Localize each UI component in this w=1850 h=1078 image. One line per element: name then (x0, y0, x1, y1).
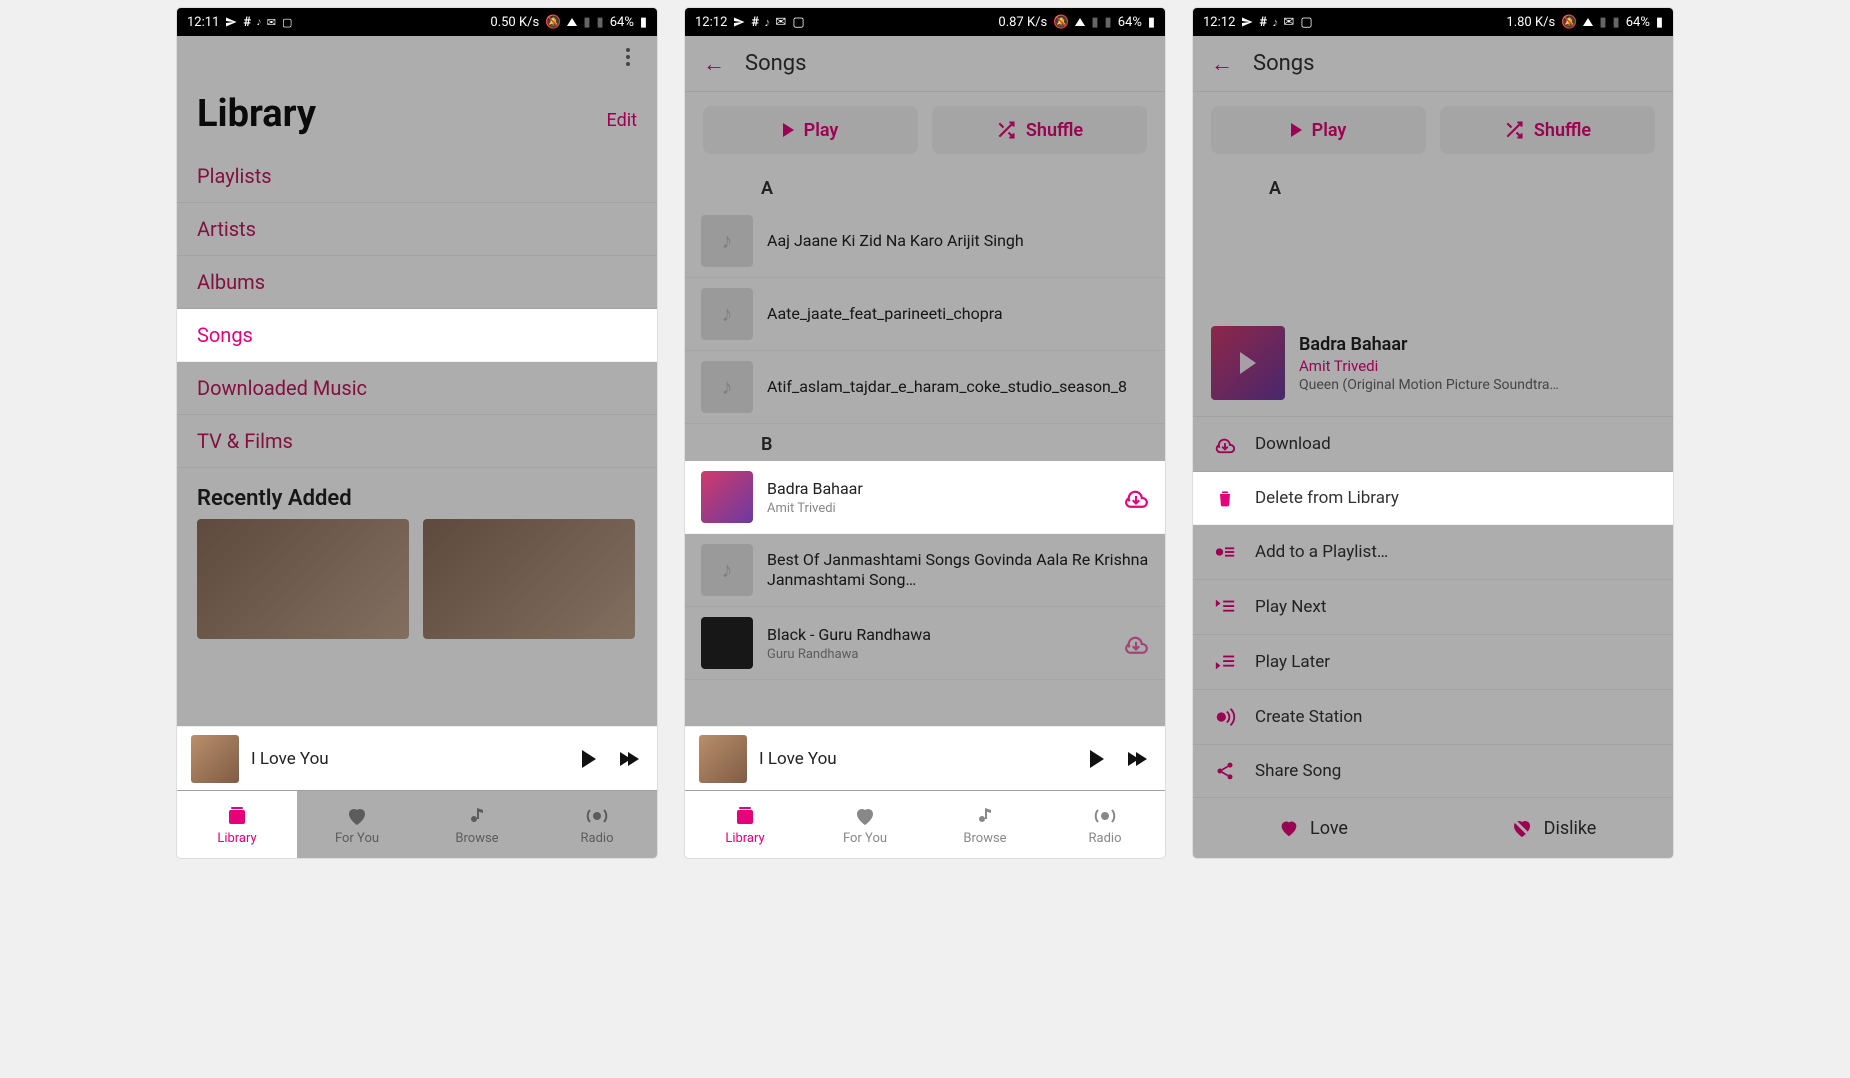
miniplayer-title: I Love You (251, 749, 563, 769)
album-art (701, 617, 753, 669)
status-netrate: 0.50 K/s (490, 15, 539, 30)
tab-radio[interactable]: Radio (1045, 791, 1165, 858)
fast-forward-button[interactable] (1123, 745, 1151, 773)
sheet-item-download[interactable]: Download (1193, 417, 1673, 472)
bell-off-icon: 🔕 (545, 15, 561, 30)
song-row[interactable]: ♪ Best Of Janmashtami Songs Govinda Aala… (685, 534, 1165, 607)
recent-card[interactable] (423, 519, 635, 639)
screen-context-menu: 12:12 #𝆕✉▢ 1.80 K/s 🔕 ▮▮ 64%▮ ← Songs Pl… (1193, 8, 1673, 858)
album-art-placeholder: ♪ (701, 361, 753, 413)
screen-songs: 12:12 #𝆕✉▢ 0.87 K/s 🔕 ▮▮ 64% ▮ ← Songs P (685, 8, 1165, 858)
download-icon[interactable] (1123, 630, 1149, 656)
download-icon (1213, 433, 1237, 455)
context-menu-sheet: Badra Bahaar Amit Trivedi Queen (Origina… (1193, 310, 1673, 858)
library-section-artists[interactable]: Artists (177, 203, 657, 256)
heart-slash-icon (1510, 816, 1534, 840)
recent-card[interactable] (197, 519, 409, 639)
library-section-playlists[interactable]: Playlists (177, 150, 657, 203)
play-all-button[interactable]: Play (703, 106, 918, 154)
station-icon (1213, 706, 1237, 728)
song-row[interactable]: ♪ Aaj Jaane Ki Zid Na Karo Arijit Singh (685, 205, 1165, 278)
album-art (701, 471, 753, 523)
status-time: 12:12 (1203, 15, 1235, 30)
status-time: 12:11 (187, 15, 219, 30)
bottom-nav: Library For You Browse Radio (177, 790, 657, 858)
song-row[interactable]: Black - Guru Randhawa Guru Randhawa (685, 607, 1165, 680)
song-row[interactable]: ♪ Atif_aslam_tajdar_e_haram_coke_studio_… (685, 351, 1165, 424)
section-letter: A (685, 168, 1165, 205)
tab-foryou[interactable]: For You (805, 791, 925, 858)
tab-radio[interactable]: Radio (537, 791, 657, 858)
mini-player[interactable]: I Love You (177, 726, 657, 790)
heart-icon (1278, 817, 1300, 839)
play-next-icon (1213, 596, 1237, 618)
sheet-item-create-station[interactable]: Create Station (1193, 690, 1673, 745)
sheet-header[interactable]: Badra Bahaar Amit Trivedi Queen (Origina… (1193, 310, 1673, 417)
album-art-placeholder: ♪ (701, 288, 753, 340)
tab-foryou[interactable]: For You (297, 791, 417, 858)
library-section-albums[interactable]: Albums (177, 256, 657, 309)
tab-library[interactable]: Library (685, 791, 805, 858)
mini-player[interactable]: I Love You (685, 726, 1165, 790)
tab-library[interactable]: Library (177, 791, 297, 858)
miniplayer-art (699, 735, 747, 783)
page-title: Library (197, 92, 316, 136)
tab-browse[interactable]: Browse (925, 791, 1045, 858)
status-right-cluster: 0.50 K/s 🔕 ▮▮ 64% ▮ (490, 15, 647, 30)
miniplayer-art (191, 735, 239, 783)
status-time: 12:12 (695, 15, 727, 30)
more-menu-button[interactable] (617, 46, 639, 68)
download-icon[interactable] (1123, 484, 1149, 510)
battery-icon: ▮ (640, 15, 647, 30)
library-section-songs[interactable]: Songs (177, 309, 657, 362)
sheet-album-art (1211, 326, 1285, 400)
status-battery: 64% (610, 15, 634, 30)
song-row-badra-bahaar[interactable]: Badra Bahaar Amit Trivedi (685, 461, 1165, 534)
shuffle-icon (996, 120, 1016, 140)
playlist-add-icon (1213, 541, 1237, 563)
love-button[interactable]: Love (1193, 798, 1433, 858)
section-letter: B (685, 424, 1165, 461)
page-title: Songs (745, 51, 806, 76)
dislike-button[interactable]: Dislike (1433, 798, 1673, 858)
fast-forward-button[interactable] (615, 745, 643, 773)
screen-library: 12:11 # 𝆕 ✉ ▢ 0.50 K/s 🔕 ▮▮ 64% ▮ Libra (177, 8, 657, 858)
status-left-icons: # 𝆕 ✉ ▢ (225, 15, 292, 30)
album-art-placeholder: ♪ (701, 215, 753, 267)
edit-button[interactable]: Edit (607, 110, 637, 131)
status-bar: 12:11 # 𝆕 ✉ ▢ 0.50 K/s 🔕 ▮▮ 64% ▮ (177, 8, 657, 36)
song-row[interactable]: ♪ Aate_jaate_feat_parineeti_chopra (685, 278, 1165, 351)
sheet-item-add-playlist[interactable]: Add to a Playlist… (1193, 525, 1673, 580)
play-later-icon (1213, 651, 1237, 673)
status-bar: 12:12 #𝆕✉▢ 1.80 K/s 🔕 ▮▮ 64%▮ (1193, 8, 1673, 36)
back-button[interactable]: ← (703, 51, 725, 77)
sheet-item-play-next[interactable]: Play Next (1193, 580, 1673, 635)
sheet-song-artist: Amit Trivedi (1299, 357, 1655, 375)
sheet-song-title: Badra Bahaar (1299, 334, 1655, 355)
recently-added-title: Recently Added (177, 468, 657, 519)
library-section-downloaded[interactable]: Downloaded Music (177, 362, 657, 415)
sheet-item-share[interactable]: Share Song (1193, 745, 1673, 798)
wifi-icon (567, 18, 577, 26)
bottom-nav: Library For You Browse Radio (685, 790, 1165, 858)
sheet-item-play-later[interactable]: Play Later (1193, 635, 1673, 690)
tab-browse[interactable]: Browse (417, 791, 537, 858)
library-section-tvfilms[interactable]: TV & Films (177, 415, 657, 468)
album-art-placeholder: ♪ (701, 544, 753, 596)
shuffle-button[interactable]: Shuffle (932, 106, 1147, 154)
play-button[interactable] (1083, 745, 1111, 773)
sheet-song-album: Queen (Original Motion Picture Soundtra… (1299, 377, 1655, 393)
sheet-item-delete[interactable]: Delete from Library (1193, 472, 1673, 525)
bell-off-icon: 🔕 (1053, 15, 1069, 30)
play-button[interactable] (575, 745, 603, 773)
miniplayer-title: I Love You (759, 749, 1071, 769)
status-bar: 12:12 #𝆕✉▢ 0.87 K/s 🔕 ▮▮ 64% ▮ (685, 8, 1165, 36)
trash-icon (1213, 488, 1237, 508)
share-icon (1213, 761, 1237, 781)
